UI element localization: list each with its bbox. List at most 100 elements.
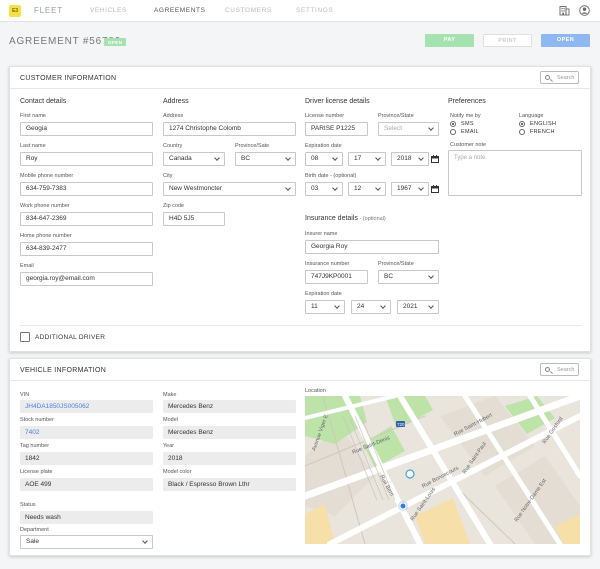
address-heading: Address (163, 98, 189, 105)
insurance-heading-text: Insurance details (305, 215, 358, 222)
zip-code-field[interactable]: H4D 5J5 (163, 212, 225, 226)
birth-day-select[interactable]: 12 (348, 182, 386, 196)
license-exp-year-select[interactable]: 2018 (391, 152, 429, 166)
license-province-label: Province/State (378, 113, 414, 119)
customer-search-input[interactable]: Search (540, 71, 579, 84)
insurer-name-field[interactable]: Georgia Roy (305, 240, 439, 254)
notify-email-radio[interactable] (450, 129, 456, 135)
pay-button[interactable]: PAY (425, 34, 474, 47)
stock-number-link[interactable]: 7402 (20, 426, 153, 439)
insurance-number-label: Insurance number (305, 261, 349, 267)
tag-number-value: 1842 (20, 452, 153, 465)
location-label: Location (305, 388, 326, 394)
customer-card-title: CUSTOMER INFORMATION (20, 75, 116, 82)
route-badge: 720 (397, 422, 405, 427)
work-phone-field[interactable]: 834-647-2369 (20, 212, 153, 226)
insurance-heading: Insurance details - (optional) (305, 215, 386, 222)
department-select[interactable]: Sale (20, 535, 153, 549)
vehicle-card-title: VEHICLE INFORMATION (20, 367, 106, 374)
license-exp-month-select[interactable]: 08 (305, 152, 343, 166)
country-select[interactable]: Canada (163, 152, 225, 166)
insurance-province-select[interactable]: BC (378, 270, 439, 284)
additional-driver-label: ADDITIONAL DRIVER (35, 334, 105, 341)
address-province-select[interactable]: BC (235, 152, 296, 166)
year-value: 2018 (163, 452, 296, 465)
address-province-label: Province/Sate (235, 143, 269, 149)
email-label: Email (20, 263, 34, 269)
city-label: City (163, 173, 172, 179)
top-bar: E3 FLEET VEHICLES AGREEMENTS CUSTOMERS S… (0, 0, 600, 22)
user-account-icon[interactable] (579, 5, 590, 16)
license-number-label: License number (305, 113, 344, 119)
nav-settings[interactable]: SETTINGS (296, 7, 333, 14)
license-number-field[interactable]: PARISE P1225 (305, 122, 368, 136)
location-map[interactable]: 720 Rue Saint-Denis Rue Berri Rue Saint-… (305, 396, 580, 544)
language-french-label: FRENCH (530, 129, 555, 135)
search-placeholder: Search (557, 75, 574, 81)
notify-email-label: EMAIL (461, 129, 479, 135)
email-field[interactable]: georgia.roy@email.com (20, 272, 153, 286)
zip-code-label: Zip code (163, 203, 184, 209)
insurance-exp-month-select[interactable]: 11 (305, 300, 345, 314)
city-select[interactable]: New Westmoncter (163, 182, 296, 196)
vin-link[interactable]: JH4DA1850JS005062 (20, 400, 153, 413)
nav-vehicles[interactable]: VEHICLES (90, 7, 127, 14)
insurance-exp-year-select[interactable]: 2021 (397, 300, 439, 314)
first-name-field[interactable]: Geogia (20, 122, 153, 136)
insurance-expiration-label: Expiration date (305, 291, 342, 297)
license-exp-day-select[interactable]: 17 (348, 152, 386, 166)
birth-date-label: Birth date - (optional) (305, 173, 356, 179)
first-name-label: First name (20, 113, 46, 119)
customer-note-textarea[interactable]: Type a note. (448, 150, 582, 196)
address-field[interactable]: 1274 Christophe Colomb (163, 122, 296, 136)
notify-sms-radio[interactable] (450, 121, 456, 127)
print-button[interactable]: PRINT (483, 34, 532, 47)
mobile-phone-label: Mobile phone number (20, 173, 73, 179)
insurance-optional-note: - (optional) (358, 216, 386, 222)
birth-month-select[interactable]: 03 (305, 182, 343, 196)
mobile-phone-field[interactable]: 634-759-7383 (20, 182, 153, 196)
calendar-icon[interactable] (431, 155, 439, 163)
status-badge: OPEN (104, 38, 126, 46)
home-phone-label: Home phone number (20, 233, 72, 239)
department-label: Department (20, 527, 49, 533)
last-name-field[interactable]: Roy (20, 152, 153, 166)
nav-agreements[interactable]: AGREEMENTS (154, 7, 206, 14)
work-phone-label: Work phone number (20, 203, 70, 209)
insurance-exp-day-select[interactable]: 24 (351, 300, 391, 314)
language-french-radio[interactable] (519, 129, 525, 135)
address-label: Address (163, 113, 183, 119)
language-english-radio[interactable] (519, 121, 525, 127)
status-label: Status (20, 502, 36, 508)
nav-customers[interactable]: CUSTOMERS (225, 7, 272, 14)
last-name-label: Last name (20, 143, 46, 149)
app-logo[interactable]: E3 (9, 5, 21, 17)
tag-number-label: Tag number (20, 443, 49, 449)
customer-information-card: CUSTOMER INFORMATION Search Contact deta… (9, 66, 591, 352)
vehicle-information-card: VEHICLE INFORMATION Search VIN JH4DA1850… (9, 358, 591, 556)
vin-label: VIN (20, 392, 29, 398)
license-province-select[interactable]: Select (378, 122, 439, 136)
home-phone-field[interactable]: 634-839-2477 (20, 242, 153, 256)
calendar-icon[interactable] (431, 185, 439, 193)
insurance-number-field[interactable]: 747J9KP0001 (305, 270, 368, 284)
model-color-label: Model color (163, 469, 191, 475)
language-label: Language (519, 113, 543, 119)
insurer-name-label: Insurer name (305, 231, 337, 237)
notify-label: Notify me by (450, 113, 481, 119)
model-value: Mercedes Benz (163, 426, 296, 439)
vehicle-search-input[interactable]: Search (540, 363, 579, 376)
additional-driver-checkbox[interactable] (20, 332, 30, 342)
open-button[interactable]: OPEN (541, 34, 590, 47)
customer-card-header: CUSTOMER INFORMATION Search (10, 67, 590, 89)
building-icon[interactable] (559, 5, 570, 16)
search-icon (545, 75, 550, 80)
license-expiration-label: Expiration date (305, 143, 342, 149)
brand-name: FLEET (34, 6, 63, 15)
model-label: Model (163, 417, 178, 423)
birth-year-select[interactable]: 1967 (391, 182, 429, 196)
search-placeholder: Search (557, 367, 574, 373)
divider (20, 325, 581, 326)
model-color-value: Black / Espresso Brown Lthr (163, 478, 296, 491)
year-label: Year (163, 443, 174, 449)
